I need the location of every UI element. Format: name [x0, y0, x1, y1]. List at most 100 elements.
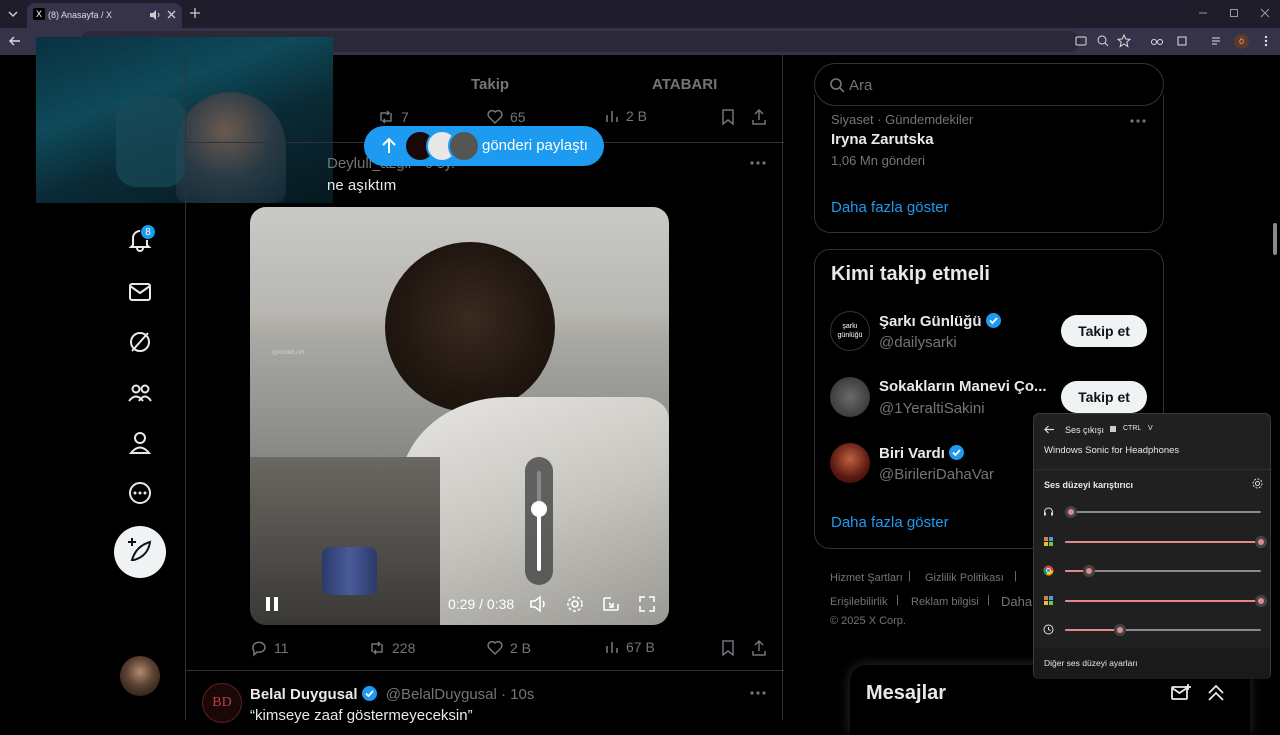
views-count: 2 B [626, 108, 648, 124]
arrow-up-icon [382, 137, 396, 153]
reply-action[interactable]: 11 [250, 639, 289, 657]
retweet-count: 7 [401, 109, 409, 125]
more-volume-settings-link[interactable]: Diğer ses düzeyi ayarları [1044, 658, 1138, 668]
tweet-more-icon[interactable] [749, 684, 767, 702]
mixer-settings-gear-icon[interactable] [1252, 478, 1263, 489]
profile-icon[interactable] [127, 430, 153, 456]
pause-icon[interactable] [264, 595, 280, 613]
cast-icon[interactable] [1074, 34, 1088, 48]
browser-menu-icon[interactable] [1259, 34, 1273, 48]
tab-audio-icon[interactable] [149, 9, 161, 21]
reply-count: 11 [274, 640, 289, 656]
new-message-icon[interactable] [1170, 682, 1192, 704]
compose-feather-icon [128, 538, 152, 561]
footer-accessibility-link[interactable]: Erişilebilirlik [830, 596, 887, 608]
restore-icon[interactable] [1229, 8, 1239, 18]
suggested-user-name-row[interactable]: Şarkı Günlüğü [879, 312, 1002, 330]
mixer-volume-slider[interactable] [1065, 565, 1261, 577]
mixer-slider-thumb[interactable] [1113, 624, 1126, 636]
bookmark-star-icon[interactable] [1117, 34, 1131, 48]
video-volume-slider[interactable] [525, 457, 553, 585]
mixer-volume-slider[interactable] [1065, 624, 1261, 636]
grok-icon[interactable] [127, 329, 153, 355]
volume-icon[interactable] [529, 594, 549, 614]
author-avatar[interactable]: BD [202, 683, 242, 723]
more-options-icon[interactable] [127, 480, 153, 506]
sound-output-label: Ses çıkışı [1065, 425, 1105, 435]
like-action[interactable]: 2 B [486, 639, 531, 657]
extension-glasses-icon[interactable] [1150, 34, 1164, 48]
fullscreen-icon[interactable] [637, 594, 657, 614]
windows-key-icon [1110, 426, 1116, 432]
tab-following[interactable]: Takip [471, 76, 509, 93]
tab-title: (8) Anasayfa / X [48, 10, 113, 20]
media-control-icon[interactable] [1210, 34, 1224, 48]
extensions-puzzle-icon[interactable] [1175, 34, 1189, 48]
mixer-slider-thumb[interactable] [1064, 506, 1077, 518]
tab-close-icon[interactable] [166, 9, 177, 20]
minimize-icon[interactable] [1198, 8, 1208, 18]
author-name-row: Belal Duygusal @BelalDuygusal · 10s [250, 685, 534, 703]
search-input[interactable] [849, 74, 1149, 96]
expand-drawer-icon[interactable] [1205, 682, 1227, 704]
suggested-user-avatar[interactable] [830, 443, 870, 483]
new-tab-icon[interactable] [189, 7, 201, 19]
bookmark-icon[interactable] [719, 108, 737, 126]
follow-button[interactable]: Takip et [1061, 381, 1147, 413]
suggested-user-name[interactable]: Sokakların Manevi Ço... [879, 378, 1047, 395]
footer-ads-link[interactable]: Reklam bilgisi [911, 596, 979, 608]
mixer-divider [1034, 469, 1272, 470]
footer-terms-link[interactable]: Hizmet Şartları [830, 572, 903, 584]
retweet-action[interactable]: 7 [377, 108, 409, 126]
video-player[interactable]: @ASIMLAR 0:29 / 0:38 [250, 207, 669, 625]
pip-icon[interactable] [601, 594, 621, 614]
back-icon[interactable] [8, 34, 22, 48]
footer-more-link[interactable]: Daha [1001, 594, 1032, 609]
suggested-user-avatar[interactable] [830, 377, 870, 417]
bookmark-icon[interactable] [719, 639, 737, 657]
retweet-action[interactable]: 228 [368, 639, 415, 657]
views-action[interactable]: 67 B [604, 639, 655, 655]
like-action[interactable]: 65 [486, 108, 526, 126]
like-count: 2 B [510, 640, 532, 656]
views-action[interactable]: 2 B [604, 108, 647, 124]
scrollbar-thumb[interactable] [1273, 223, 1277, 255]
account-avatar[interactable] [120, 656, 160, 696]
tab-atabari-list[interactable]: ATABARI [652, 76, 717, 93]
messages-icon[interactable] [127, 279, 153, 305]
trend-title[interactable]: Iryna Zarutska [831, 131, 934, 148]
mixer-volume-slider[interactable] [1065, 594, 1267, 607]
new-posts-pill[interactable]: gönderi paylaştı [364, 126, 604, 166]
compose-post-button[interactable] [114, 526, 166, 578]
share-icon[interactable] [750, 108, 768, 126]
video-watermark: @ASIMLAR [272, 350, 305, 356]
footer-privacy-link[interactable]: Gizlilik Politikası [925, 572, 1004, 584]
zoom-icon[interactable] [1096, 34, 1110, 48]
mixer-back-icon[interactable] [1044, 424, 1055, 435]
communities-icon[interactable] [127, 380, 153, 406]
suggested-user-name-row[interactable]: Biri Vardı [879, 444, 965, 462]
follow-button[interactable]: Takip et [1061, 315, 1147, 347]
profile-avatar[interactable]: ö [1234, 34, 1249, 49]
mixer-volume-slider[interactable] [1065, 535, 1267, 548]
mixer-volume-slider[interactable] [1064, 506, 1261, 518]
tweet-more-icon[interactable] [749, 154, 767, 172]
tab-list-chevron-icon[interactable] [6, 7, 20, 21]
mixer-slider-thumb[interactable] [1082, 565, 1095, 577]
suggested-user-handle: @BirileriDahaVar [879, 466, 994, 483]
volume-slider-thumb[interactable] [531, 501, 547, 517]
share-icon[interactable] [750, 639, 768, 657]
video-settings-icon[interactable] [565, 594, 585, 614]
trends-show-more-link[interactable]: Daha fazla göster [831, 199, 949, 216]
footer-divider: | [896, 594, 899, 606]
mixer-slider-thumb[interactable] [1255, 535, 1267, 548]
headphones-icon [1043, 506, 1054, 517]
follow-show-more-link[interactable]: Daha fazla göster [831, 514, 949, 531]
trend-more-icon[interactable] [1129, 112, 1147, 130]
output-device-name[interactable]: Windows Sonic for Headphones [1044, 445, 1179, 456]
mixer-slider-thumb[interactable] [1255, 594, 1267, 607]
browser-tab[interactable]: X (8) Anasayfa / X [27, 3, 182, 28]
author-name[interactable]: Belal Duygusal [250, 686, 358, 703]
suggested-user-avatar[interactable]: şarkı günlüğü [830, 311, 870, 351]
window-close-icon[interactable] [1260, 8, 1270, 18]
